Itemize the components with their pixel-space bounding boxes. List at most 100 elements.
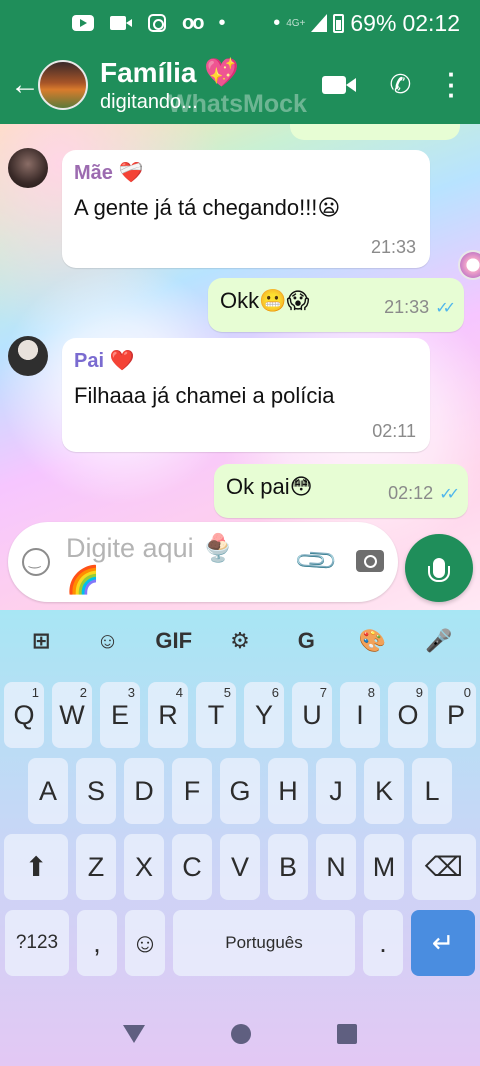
key-x[interactable]: X [124, 834, 164, 900]
previous-message-bubble [290, 124, 460, 140]
key-l[interactable]: L [412, 758, 452, 824]
comma-key[interactable]: , [77, 910, 117, 976]
read-receipt-icon: ✓✓ [435, 300, 456, 317]
status-dot-icon: • [273, 11, 281, 34]
voicemail-icon: oo [182, 11, 204, 34]
nav-recents-icon[interactable] [337, 1024, 357, 1044]
key-number: 3 [127, 685, 135, 700]
key-number: 9 [415, 685, 423, 700]
attach-icon[interactable]: 📎 [293, 537, 341, 585]
message-time: 02:11 [372, 421, 416, 441]
key-label: W [59, 699, 85, 730]
key-u[interactable]: U7 [292, 682, 332, 748]
translate-icon[interactable]: G [286, 628, 326, 654]
read-receipt-icon: ✓✓ [439, 486, 460, 503]
message-bubble-incoming[interactable]: Pai ❤️ Filhaaa já chamei a polícia 02:11 [62, 338, 430, 452]
sender-name: Pai ❤️ [74, 350, 135, 372]
key-m[interactable]: M [364, 834, 404, 900]
space-key[interactable]: Português [173, 910, 355, 976]
key-q[interactable]: Q1 [4, 682, 44, 748]
key-t[interactable]: T5 [196, 682, 236, 748]
key-label: P [446, 699, 465, 730]
avatar[interactable] [8, 336, 48, 376]
key-z[interactable]: Z [76, 834, 116, 900]
key-n[interactable]: N [316, 834, 356, 900]
key-v[interactable]: V [220, 834, 260, 900]
voice-call-icon[interactable]: ✆ [390, 69, 412, 100]
key-i[interactable]: I8 [340, 682, 380, 748]
key-number: 7 [319, 685, 327, 700]
key-s[interactable]: S [76, 758, 116, 824]
voice-typing-icon[interactable]: 🎤 [419, 628, 459, 654]
key-row-2: A S D F G H J K L [0, 758, 480, 824]
backspace-key[interactable]: ⌫ [412, 834, 476, 900]
message-bubble-outgoing[interactable]: Ok pai😳 02:12 ✓✓ [214, 464, 468, 518]
gif-button[interactable]: GIF [154, 628, 194, 654]
enter-key[interactable]: ↵ [411, 910, 475, 976]
emoji-key[interactable]: ☺ [125, 910, 165, 976]
shift-icon: ⬆ [24, 851, 48, 882]
message-text: Okk😬😱 [220, 288, 310, 313]
theme-palette-icon[interactable]: 🎨 [353, 628, 393, 654]
message-text: A gente já tá chegando!!!😦 [74, 195, 341, 220]
video-call-icon[interactable] [321, 75, 356, 94]
message-text: Filhaaa já chamei a polícia [74, 383, 335, 408]
key-label: R [158, 699, 178, 730]
key-o[interactable]: O9 [388, 682, 428, 748]
back-arrow-icon[interactable]: ← [0, 68, 40, 102]
key-number: 5 [223, 685, 231, 700]
key-r[interactable]: R4 [148, 682, 188, 748]
key-y[interactable]: Y6 [244, 682, 284, 748]
settings-icon[interactable]: ⚙ [220, 628, 260, 654]
key-label: O [397, 699, 419, 730]
key-j[interactable]: J [316, 758, 356, 824]
key-g[interactable]: G [220, 758, 260, 824]
key-label: E [110, 699, 129, 730]
sticker-icon[interactable]: ☺ [87, 628, 127, 654]
group-avatar[interactable] [38, 60, 88, 110]
shift-key[interactable]: ⬆ [4, 834, 68, 900]
key-b[interactable]: B [268, 834, 308, 900]
emoji-icon[interactable] [22, 548, 50, 576]
key-w[interactable]: W2 [52, 682, 92, 748]
apps-grid-icon[interactable]: ⊞ [21, 628, 61, 654]
key-label: T [207, 699, 225, 730]
keyboard-toolbar: ⊞ ☺ GIF ⚙ G 🎨 🎤 [0, 610, 480, 672]
message-text: Ok pai😳 [226, 474, 313, 499]
message-time: 21:33 [370, 237, 416, 257]
message-bubble-incoming[interactable]: Mãe ❤️‍🩹 A gente já tá chegando!!!😦 21:3… [62, 150, 430, 268]
clock: 02:12 [402, 9, 460, 36]
battery-icon [333, 13, 345, 33]
status-bar: oo • • 4G+ 69% 02:12 [0, 0, 480, 46]
key-a[interactable]: A [28, 758, 68, 824]
message-input[interactable]: Digite aqui 🍨 🌈 [66, 532, 266, 596]
message-time: 02:12 [388, 483, 434, 503]
scroll-indicator [458, 250, 480, 280]
avatar[interactable] [8, 148, 48, 188]
key-p[interactable]: P0 [436, 682, 476, 748]
signal-icon [311, 14, 328, 32]
nav-home-icon[interactable] [231, 1024, 251, 1044]
keyboard: ⊞ ☺ GIF ⚙ G 🎨 🎤 Q1 W2 E3 R4 T5 Y6 U7 I8 … [0, 610, 480, 1066]
period-key[interactable]: . [363, 910, 403, 976]
camera-icon[interactable] [356, 550, 384, 572]
key-row-4: ?123 , ☺ Português . ↵ [0, 910, 480, 976]
key-e[interactable]: E3 [100, 682, 140, 748]
key-d[interactable]: D [124, 758, 164, 824]
backspace-icon: ⌫ [424, 851, 464, 882]
voice-record-button[interactable] [405, 534, 473, 602]
key-c[interactable]: C [172, 834, 212, 900]
watermark: WhatsMock [168, 90, 307, 118]
symbols-key[interactable]: ?123 [5, 910, 69, 976]
key-label: Q [13, 699, 35, 730]
message-bubble-outgoing[interactable]: Okk😬😱 21:33 ✓✓ [208, 278, 464, 332]
nav-back-icon[interactable] [123, 1025, 145, 1043]
key-f[interactable]: F [172, 758, 212, 824]
more-options-icon[interactable]: · · · [447, 61, 456, 108]
key-row-1: Q1 W2 E3 R4 T5 Y6 U7 I8 O9 P0 [0, 682, 480, 748]
key-number: 0 [463, 685, 471, 700]
key-h[interactable]: H [268, 758, 308, 824]
key-k[interactable]: K [364, 758, 404, 824]
battery-percent: 69% [350, 9, 397, 36]
chat-header: ← Família 💖 digitando... WhatsMock ✆ · · · [0, 46, 480, 124]
